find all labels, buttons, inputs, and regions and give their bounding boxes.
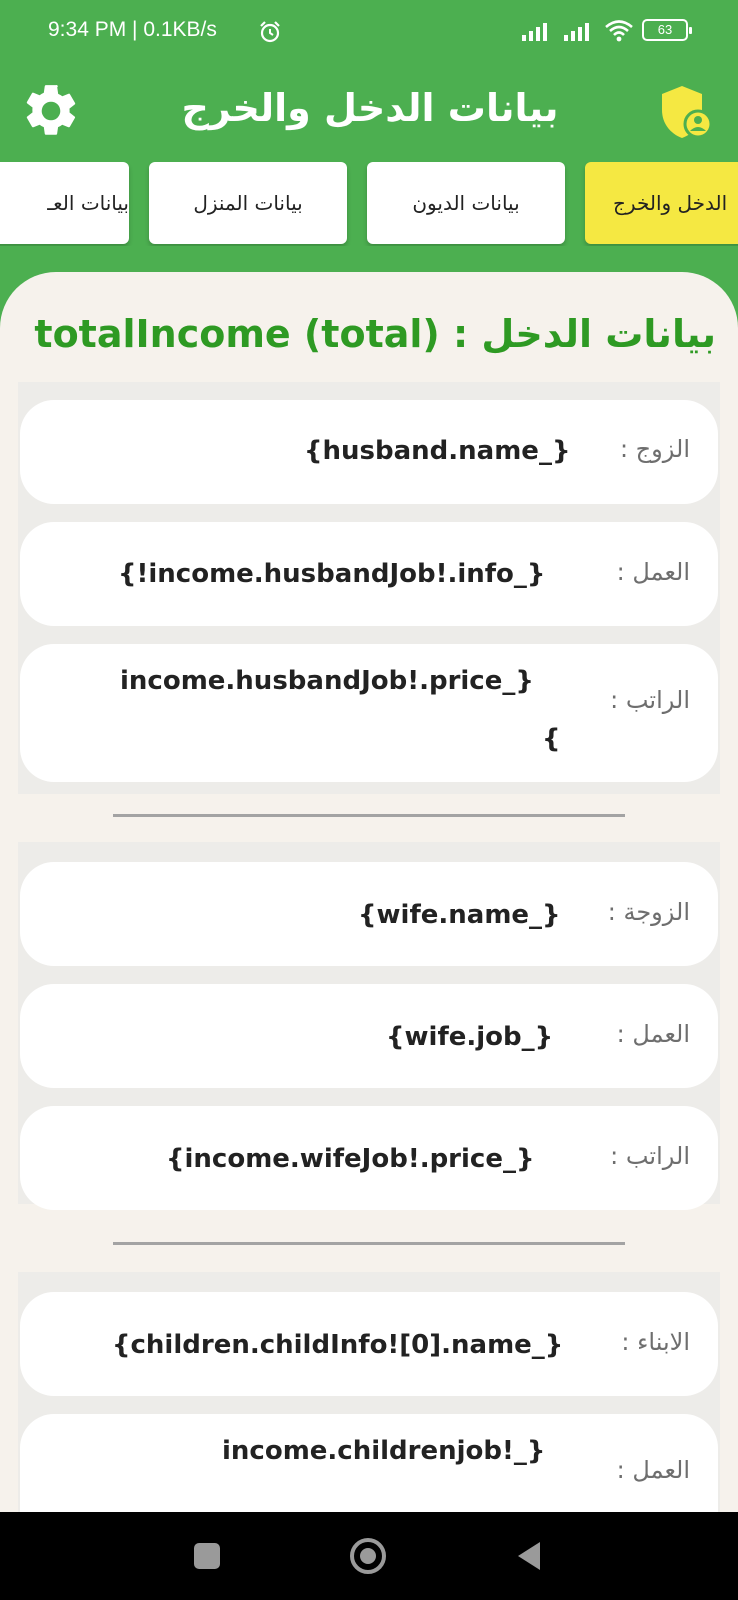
back-triangle-icon[interactable] — [508, 1534, 552, 1578]
husband-name-label: الزوج : — [619, 435, 690, 463]
status-time: 9:34 PM | 0.1KB/s — [48, 18, 217, 41]
recents-square-icon[interactable] — [185, 1534, 229, 1578]
divider — [113, 814, 625, 817]
tab-label: بيانات الديون — [412, 191, 520, 215]
app-title: بيانات الدخل والخرج — [181, 86, 559, 130]
wife-group: الزوجة : {wife.name_} العمل : {wife.job_… — [18, 842, 720, 1210]
children-job-card: العمل : income.childrenjob!_} — [20, 1414, 718, 1512]
home-circle-icon[interactable] — [346, 1534, 390, 1578]
husband-salary-value: income.husbandJob!.price_} — [120, 666, 534, 696]
tab-label: بيانات العـ — [47, 191, 129, 215]
children-name-value: {children.childInfo![0].name_} — [112, 1330, 564, 1360]
tab-label: الدخل والخرج — [613, 191, 728, 215]
tab-strip: الدخل والخرج بيانات الديون بيانات المنزل… — [0, 162, 738, 246]
status-bar: 9:34 PM | 0.1KB/s 63 — [0, 0, 738, 68]
children-name-label: الابناء : — [621, 1328, 690, 1356]
tab-house[interactable]: بيانات المنزل — [149, 162, 347, 244]
wifi-icon — [605, 20, 633, 42]
wife-job-value: {wife.job_} — [386, 1022, 554, 1052]
husband-job-value: {!income.husbandJob!.info_} — [118, 559, 546, 589]
children-group: الابناء : {children.childInfo![0].name_}… — [18, 1272, 720, 1512]
settings-gear-icon[interactable] — [20, 80, 82, 142]
wife-name-value: {wife.name_} — [358, 900, 561, 930]
children-job-label: العمل : — [616, 1456, 690, 1484]
husband-salary-card: الراتب : income.husbandJob!.price_} { — [20, 644, 718, 782]
divider — [113, 1242, 625, 1245]
children-job-value: income.childrenjob!_} — [222, 1436, 546, 1466]
tab-debts[interactable]: بيانات الديون — [367, 162, 565, 244]
battery-icon: 63 — [642, 19, 692, 41]
wife-salary-value: {income.wifeJob!.price_} — [166, 1144, 535, 1174]
husband-name-value: {husband.name_} — [304, 436, 571, 466]
signal-icon-2 — [564, 23, 589, 41]
wife-name-label: الزوجة : — [607, 898, 690, 926]
husband-group: الزوج : {husband.name_} العمل : {!income… — [18, 382, 720, 794]
status-icons: 63 — [520, 18, 692, 42]
section-title: بيانات الدخل : totalIncome (total) — [34, 312, 716, 356]
tab-label: بيانات المنزل — [193, 191, 303, 215]
wife-salary-label: الراتب : — [610, 1142, 690, 1170]
alarm-icon — [260, 21, 280, 43]
wife-job-label: العمل : — [616, 1020, 690, 1048]
wife-name-card: الزوجة : {wife.name_} — [20, 862, 718, 966]
children-name-card: الابناء : {children.childInfo![0].name_} — [20, 1292, 718, 1396]
wife-job-card: العمل : {wife.job_} — [20, 984, 718, 1088]
shield-user-icon[interactable] — [656, 82, 716, 142]
content-sheet: بيانات الدخل : totalIncome (total) الزوج… — [0, 272, 738, 1512]
husband-salary-value-cont: { — [542, 724, 561, 754]
husband-salary-label: الراتب : — [610, 686, 690, 714]
system-nav-bar — [0, 1512, 738, 1600]
tab-work[interactable]: بيانات العـ — [0, 162, 129, 244]
husband-job-card: العمل : {!income.husbandJob!.info_} — [20, 522, 718, 626]
husband-job-label: العمل : — [616, 558, 690, 586]
signal-icon — [522, 23, 547, 41]
tab-income-expense[interactable]: الدخل والخرج — [585, 162, 738, 244]
husband-name-card: الزوج : {husband.name_} — [20, 400, 718, 504]
app-bar: بيانات الدخل والخرج — [0, 68, 738, 154]
wife-salary-card: الراتب : {income.wifeJob!.price_} — [20, 1106, 718, 1210]
